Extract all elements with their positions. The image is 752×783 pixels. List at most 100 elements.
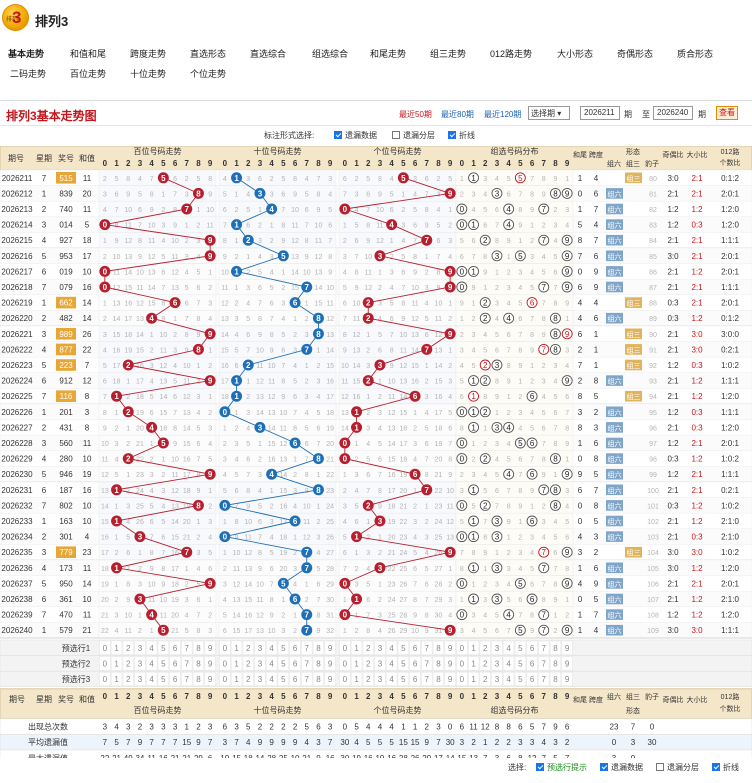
missing-value: 5	[185, 285, 189, 292]
missing-value: 4	[281, 316, 285, 323]
bottom-option-preselect[interactable]: 预选行提示	[536, 762, 587, 773]
menu-item[interactable]: 直选形态	[190, 47, 226, 60]
menu-item[interactable]: 奇偶形态	[617, 47, 653, 60]
missing-value: 4	[343, 269, 347, 276]
menu-item[interactable]: 基本走势	[8, 47, 44, 60]
week-cell: 1	[42, 189, 47, 198]
group-missing-value: 5	[553, 254, 557, 261]
form-badge-label: 组六	[608, 314, 622, 323]
group-missing-value: 9	[518, 223, 522, 230]
menu-item[interactable]: 质合形态	[677, 47, 713, 60]
bottom-option-missing[interactable]: 遗漏数据	[600, 762, 643, 773]
checkbox-icon[interactable]	[600, 763, 608, 771]
missing-value: 20	[388, 535, 396, 542]
missing-value: 2	[293, 550, 297, 557]
missing-value: 6	[173, 394, 177, 401]
missing-value: 8	[355, 269, 359, 276]
menu-item[interactable]: 012路走势	[490, 47, 532, 60]
checkbox-icon[interactable]	[334, 131, 342, 139]
menu-item[interactable]: 直选综合	[250, 47, 286, 60]
bottom-option-layers[interactable]: 遗漏分层	[656, 762, 699, 773]
range-link-80[interactable]: 最近80期	[441, 109, 474, 120]
option-missing-data[interactable]: 遗漏数据	[334, 130, 377, 141]
sum-cell: 20	[83, 189, 92, 198]
missing-value: 15	[326, 363, 334, 370]
missing-value: 10	[183, 363, 191, 370]
group-ball-label: 8	[553, 455, 558, 464]
checkbox-icon[interactable]	[656, 763, 664, 771]
checkbox-icon[interactable]	[392, 131, 400, 139]
stats-value: 7	[173, 738, 178, 747]
missing-value: 8	[161, 301, 165, 308]
to-period-input[interactable]: 2026240	[653, 106, 693, 120]
query-button[interactable]: 查看	[716, 106, 738, 120]
form-badge-label: 组六	[608, 486, 622, 495]
form-badge-label: 组三	[627, 299, 641, 308]
checkbox-icon[interactable]	[448, 131, 456, 139]
missing-value: 5	[425, 425, 429, 432]
group-missing-value: 8	[518, 347, 522, 354]
checkbox-icon[interactable]	[536, 763, 544, 771]
menu-item[interactable]: 组三走势	[430, 47, 466, 60]
odd-even-cell: 0:3	[667, 314, 679, 323]
to-label: 至	[642, 110, 650, 119]
footer-digit: 4	[389, 692, 394, 701]
number-ball-label: 3	[378, 361, 383, 370]
missing-value: 1	[366, 519, 370, 526]
preselect-digit: 1	[234, 675, 239, 684]
option-missing-layers[interactable]: 遗漏分层	[392, 130, 435, 141]
missing-value: 10	[411, 628, 419, 635]
span-cell: 5	[594, 517, 599, 526]
prize-cell: 014	[59, 221, 73, 230]
period-cell: 2026240	[1, 626, 33, 635]
bottom-option-polyline[interactable]: 折线	[712, 762, 739, 773]
menu-item[interactable]: 百位走势	[70, 67, 106, 80]
from-period-input[interactable]: 2026211	[580, 106, 620, 120]
range-link-50[interactable]: 最近50期	[399, 109, 432, 120]
missing-value: 9	[281, 394, 285, 401]
missing-value: 2	[355, 566, 359, 573]
preselect-digit: 3	[138, 659, 143, 668]
preselect-digit: 5	[518, 644, 523, 653]
missing-value: 28	[399, 613, 407, 620]
group-missing-value: 4	[507, 581, 511, 588]
menu-item[interactable]: 大小形态	[557, 47, 593, 60]
menu-item[interactable]: 十位走势	[130, 67, 166, 80]
preselect-digit: 4	[269, 644, 274, 653]
period-cell: 2026229	[1, 455, 33, 464]
preselect-digit: 7	[305, 675, 310, 684]
header-digit: 1	[354, 159, 359, 168]
missing-value: 8	[138, 238, 142, 245]
big-small-cell: 2:1	[691, 579, 703, 588]
menu-item[interactable]: 组选综合	[312, 47, 348, 60]
menu-item[interactable]: 和值和尾	[70, 47, 106, 60]
menu-item[interactable]: 二码走势	[10, 67, 46, 80]
menu-item[interactable]: 跨度走势	[130, 47, 166, 60]
stats-value: 1	[413, 723, 418, 732]
missing-value: 1	[126, 425, 130, 432]
group-ball-label: 8	[553, 486, 558, 495]
group-missing-value: 3	[472, 472, 476, 479]
stats-value: 9	[281, 738, 286, 747]
missing-value: 7	[196, 613, 200, 620]
missing-value: 8	[413, 254, 417, 261]
missing-value: 1	[448, 347, 452, 354]
stats-value: 2	[196, 723, 201, 732]
period-select[interactable]: 选择期 ▾	[528, 106, 570, 120]
menu-item[interactable]: 个位走势	[190, 67, 226, 80]
menu-item[interactable]: 和尾走势	[370, 47, 406, 60]
group-missing-value: 7	[507, 628, 511, 635]
missing-value: 14	[101, 503, 109, 510]
big-small-cell: 2:1	[691, 236, 703, 245]
r012-cell: 2:0:1	[721, 267, 739, 276]
span-cell: 2	[594, 408, 599, 417]
footer-012-sub: 个数比	[720, 704, 741, 713]
group-missing-value: 8	[507, 363, 511, 370]
option-polyline[interactable]: 折线	[448, 130, 475, 141]
big-small-cell: 1:2	[691, 377, 703, 386]
missing-value: 10	[388, 379, 396, 386]
header-012: 012路	[721, 147, 740, 156]
checkbox-icon[interactable]	[712, 763, 720, 771]
range-link-120[interactable]: 最近120期	[484, 109, 521, 120]
missing-value: 6	[223, 207, 227, 214]
